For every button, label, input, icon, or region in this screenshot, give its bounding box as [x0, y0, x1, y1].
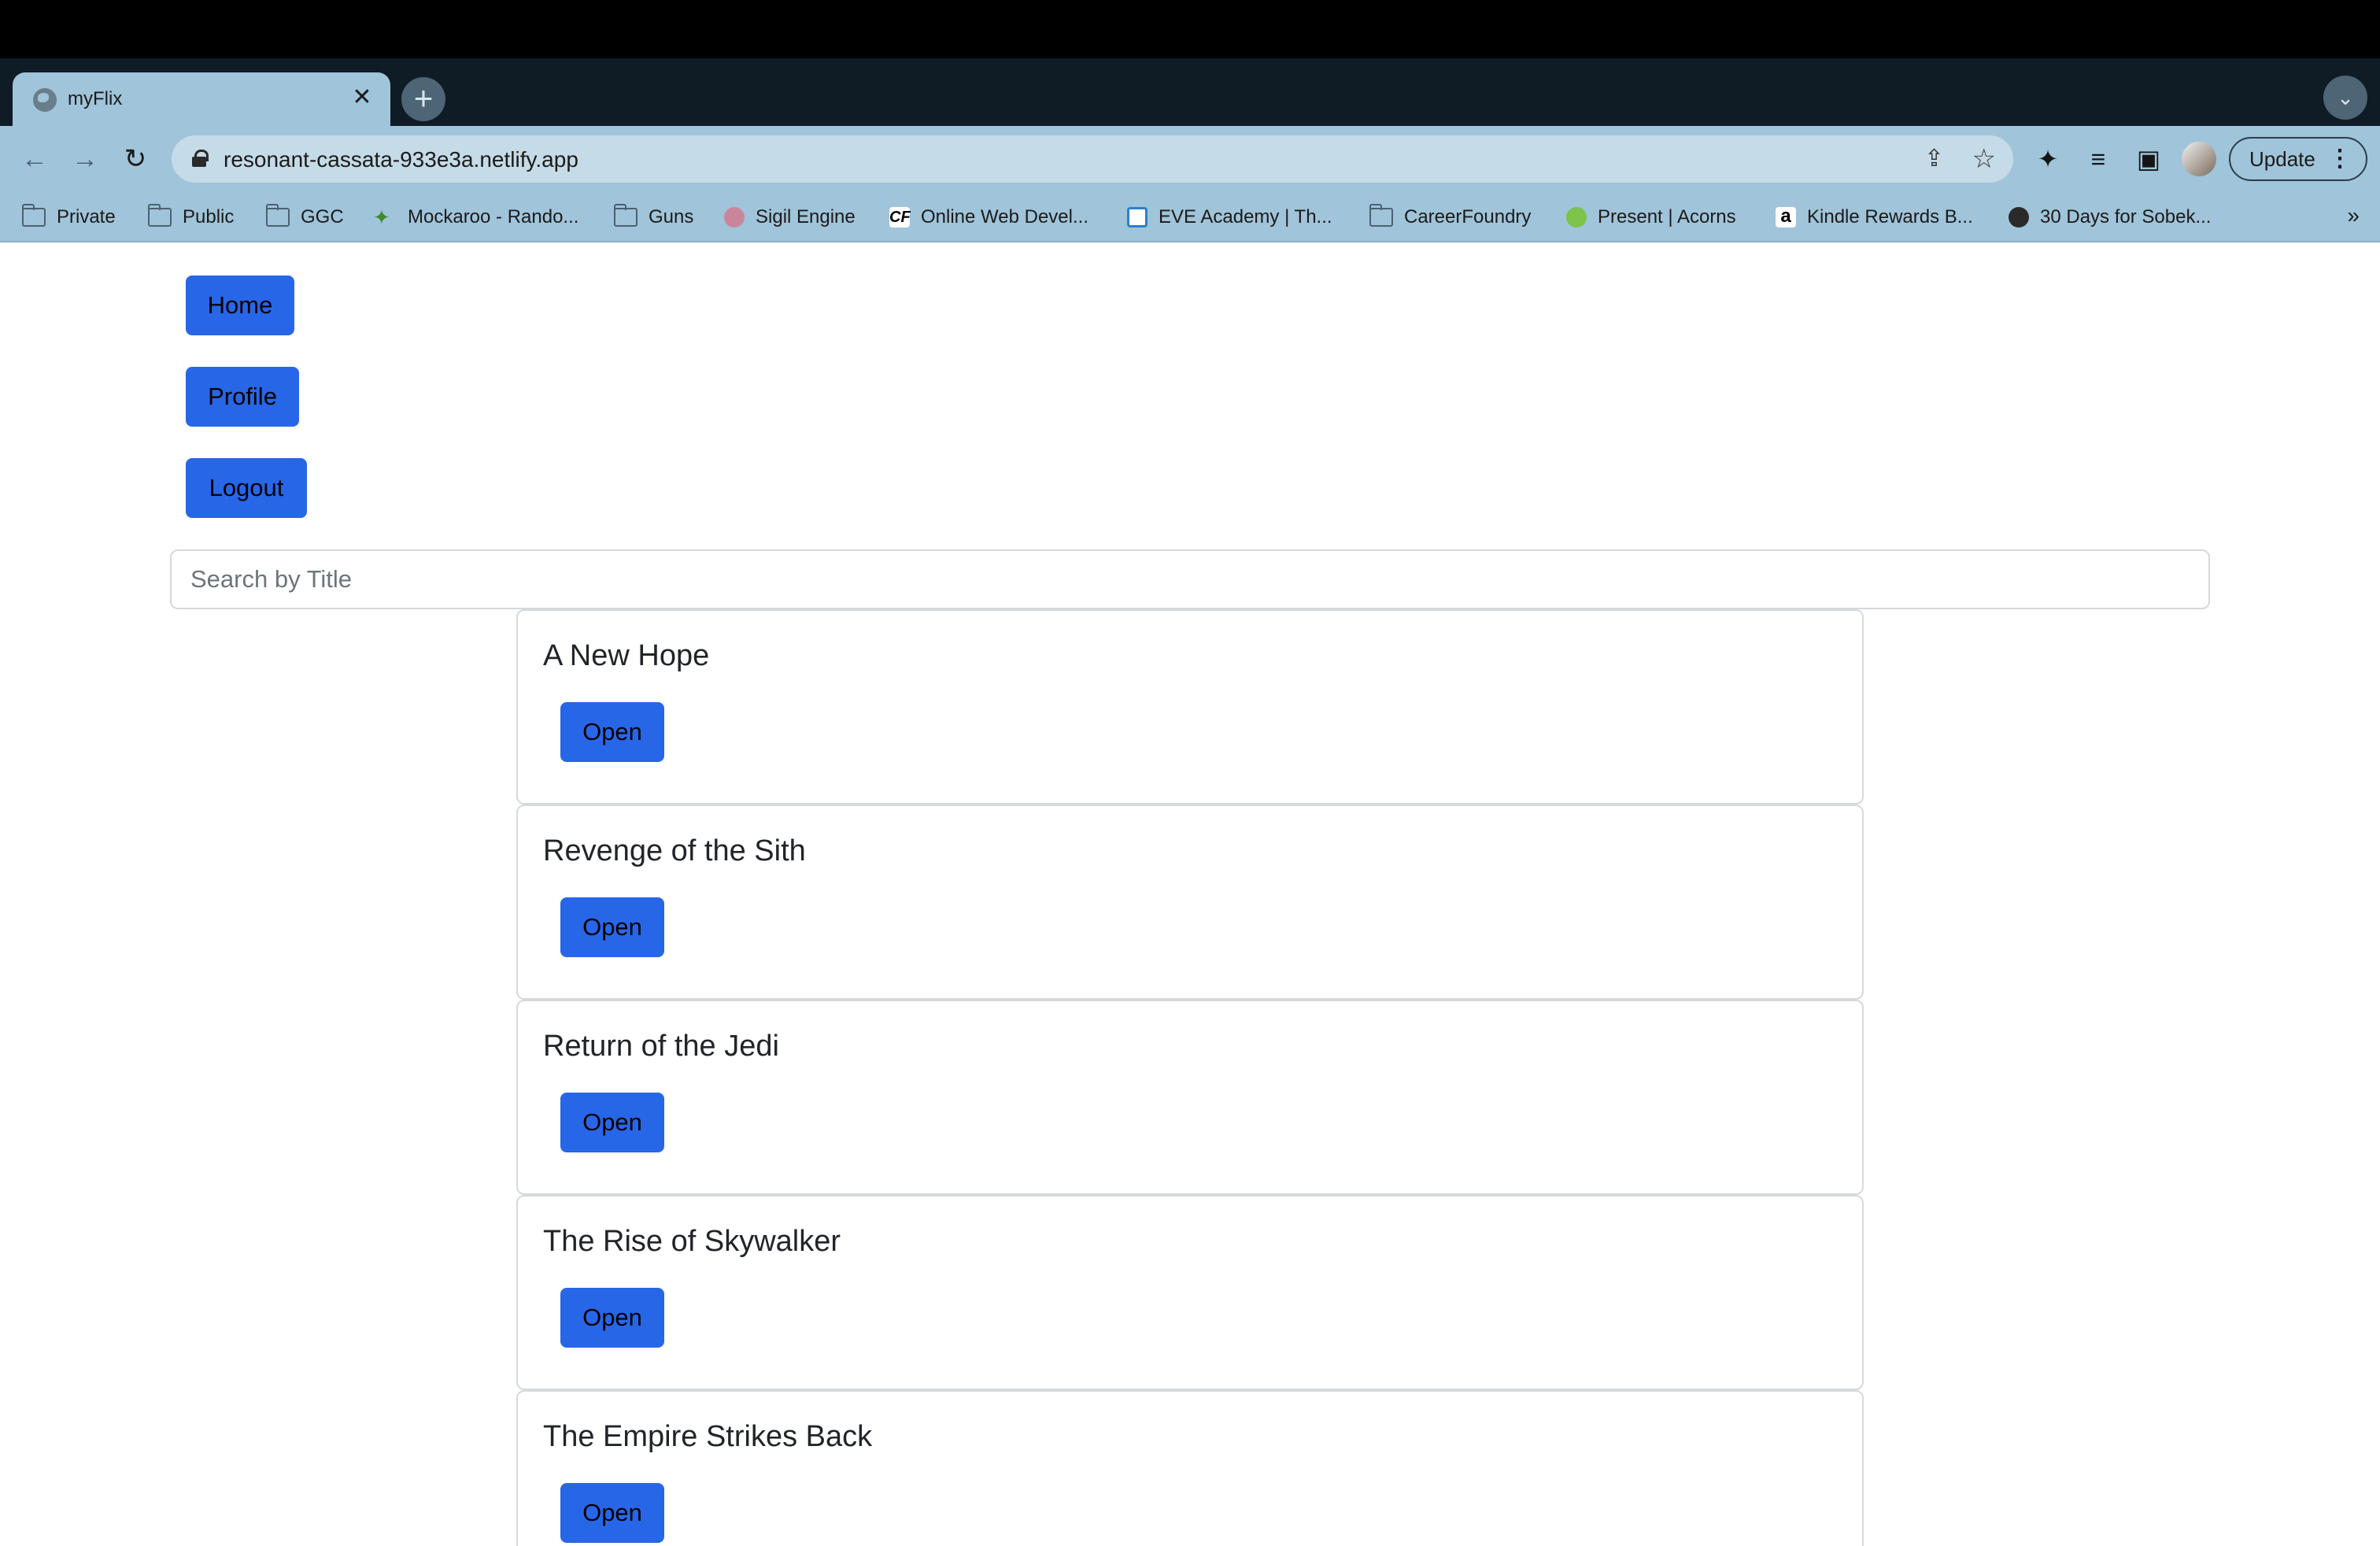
search-input[interactable] [170, 549, 2210, 609]
media-control-icon[interactable]: ≡ [2081, 142, 2116, 176]
extensions-icon[interactable]: ✦ [2031, 142, 2065, 176]
folder-icon [266, 204, 290, 227]
bookmark-label: Guns [649, 206, 694, 227]
movie-title: Revenge of the Sith [543, 834, 806, 867]
lock-icon[interactable] [192, 150, 209, 167]
movie-card: Return of the Jedi Open [516, 1000, 1864, 1195]
bookmarks-bar: Private Public GGC ✦ Mockaroo - Rando...… [0, 192, 2380, 242]
url-text[interactable]: resonant-cassata-933e3a.netlify.app [224, 147, 578, 172]
movie-title: A New Hope [543, 639, 710, 672]
bookmark-present-acorns[interactable]: Present | Acorns [1566, 205, 1736, 230]
bookmark-label: Present | Acorns [1598, 206, 1736, 227]
folder-icon [148, 204, 172, 227]
tab-search-button[interactable]: ⌄ [2323, 76, 2367, 120]
bookmark-label: Online Web Devel... [921, 206, 1088, 227]
open-button[interactable]: Open [560, 1288, 664, 1348]
bookmark-label: GGC [301, 206, 344, 227]
bookmark-label: Kindle Rewards B... [1807, 206, 1973, 227]
update-button[interactable]: Update ⋮ [2229, 137, 2367, 181]
globe-icon [2009, 207, 2029, 227]
globe-icon [33, 88, 57, 112]
bookmark-ggc[interactable]: GGC [266, 204, 344, 230]
movie-title: Return of the Jedi [543, 1030, 779, 1063]
movie-card: Revenge of the Sith Open [516, 804, 1864, 1000]
bookmark-guns[interactable]: Guns [614, 204, 694, 230]
update-label: Update [2249, 147, 2315, 171]
bookmark-label: CareerFoundry [1404, 206, 1532, 227]
open-button[interactable]: Open [560, 897, 664, 957]
bookmark-label: Public [183, 206, 235, 227]
amazon-icon: a [1776, 207, 1796, 227]
bookmark-eve-academy[interactable]: EVE Academy | Th... [1127, 205, 1332, 230]
new-tab-button[interactable]: + [401, 77, 445, 121]
tab-title: myFlix [68, 88, 123, 109]
sigil-icon [724, 207, 745, 227]
eve-icon [1127, 207, 1148, 227]
bookmark-label: EVE Academy | Th... [1159, 206, 1332, 227]
folder-icon [22, 204, 46, 227]
close-icon[interactable]: ✕ [346, 82, 378, 113]
movie-title: The Empire Strikes Back [543, 1420, 873, 1453]
movie-title: The Rise of Skywalker [543, 1225, 841, 1258]
open-button[interactable]: Open [560, 702, 664, 762]
movie-card: The Empire Strikes Back Open [516, 1390, 1864, 1546]
folder-icon [1369, 204, 1393, 227]
system-menu-bar [0, 0, 2380, 58]
bookmark-sigil-engine[interactable]: Sigil Engine [724, 205, 856, 230]
bookmark-private[interactable]: Private [22, 204, 116, 230]
side-panel-icon[interactable]: ▣ [2131, 142, 2166, 176]
bookmarks-overflow-icon[interactable]: » [2347, 203, 2360, 228]
acorns-icon [1566, 207, 1587, 227]
bookmark-mockaroo[interactable]: ✦ Mockaroo - Rando... [373, 205, 578, 230]
mockaroo-icon: ✦ [373, 205, 390, 229]
bookmark-30-days-sobek[interactable]: 30 Days for Sobek... [2009, 205, 2211, 230]
bookmark-online-web-devel[interactable]: CF Online Web Devel... [889, 205, 1088, 230]
browser-toolbar: ← → ↻ resonant-cassata-933e3a.netlify.ap… [0, 126, 2380, 192]
movie-card: The Rise of Skywalker Open [516, 1195, 1864, 1390]
profile-avatar[interactable] [2182, 142, 2216, 176]
movie-card: A New Hope Open [516, 609, 1864, 804]
tab-strip: myFlix ✕ + ⌄ [0, 58, 2380, 126]
bookmark-star-icon[interactable]: ☆ [1972, 143, 1996, 175]
tab-myflix[interactable]: myFlix ✕ [13, 72, 390, 126]
bookmark-label: 30 Days for Sobek... [2040, 206, 2212, 227]
bookmark-label: Mockaroo - Rando... [408, 206, 579, 227]
open-button[interactable]: Open [560, 1093, 664, 1152]
forward-button[interactable]: → [66, 140, 104, 178]
bookmark-public[interactable]: Public [148, 204, 235, 230]
profile-button[interactable]: Profile [186, 367, 299, 427]
folder-icon [614, 204, 638, 227]
open-button[interactable]: Open [560, 1483, 664, 1543]
bookmark-careerfoundry[interactable]: CareerFoundry [1369, 204, 1532, 230]
back-button[interactable]: ← [16, 140, 54, 178]
home-button[interactable]: Home [186, 276, 294, 335]
menu-dots-icon[interactable]: ⋮ [2328, 139, 2352, 179]
address-bar[interactable]: resonant-cassata-933e3a.netlify.app ⇪ ☆ [172, 135, 2013, 183]
page-content: Home Profile Logout A New Hope Open Reve… [0, 242, 2380, 1546]
share-icon[interactable]: ⇪ [1924, 145, 1944, 172]
bookmark-label: Sigil Engine [756, 206, 856, 227]
logout-button[interactable]: Logout [186, 458, 307, 518]
reload-button[interactable]: ↻ [116, 140, 154, 178]
cf-icon: CF [889, 207, 911, 227]
bookmark-kindle-rewards[interactable]: a Kindle Rewards B... [1776, 205, 1973, 230]
bookmark-label: Private [57, 206, 116, 227]
